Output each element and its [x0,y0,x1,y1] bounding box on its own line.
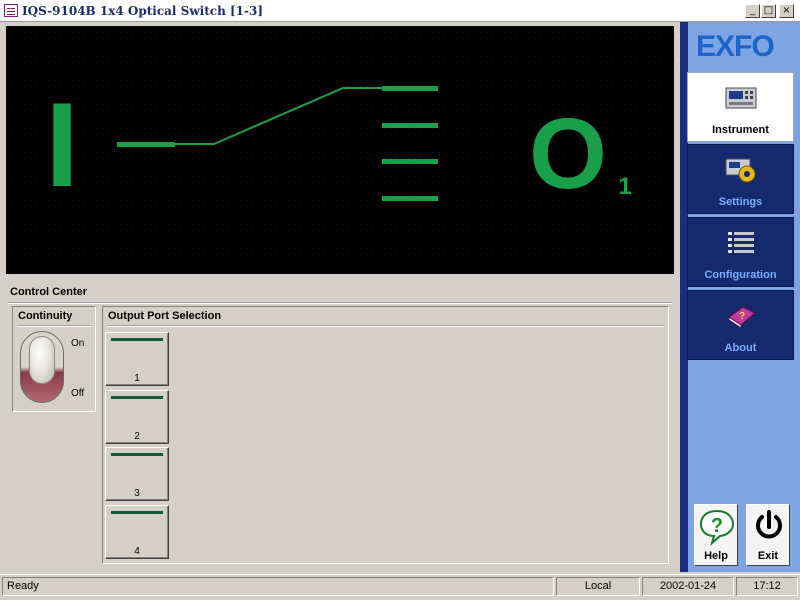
output-line-3 [382,159,438,164]
port-label: 3 [134,488,140,499]
nav-configuration-label: Configuration [704,269,777,281]
status-message: Ready [2,577,554,596]
input-stub [117,142,175,147]
toggle-off-label: Off [71,388,85,399]
power-icon [756,510,782,539]
port-label: 1 [134,373,140,384]
exit-label: Exit [757,550,779,562]
nav-configuration-button[interactable]: Configuration [687,217,794,287]
output-port-selection-group: Output Port Selection 1 2 3 4 [102,306,669,564]
nav-about-button[interactable]: ? About [687,290,794,360]
about-book-icon: ? [728,306,756,329]
instrument-icon [725,87,757,109]
minimize-button[interactable]: _ [745,4,760,18]
output-port-number: 1 [618,173,631,200]
continuity-title: Continuity [18,310,73,322]
status-date: 2002-01-24 [642,577,734,596]
status-mode: Local [556,577,640,596]
continuity-group: Continuity On Off [12,306,96,412]
nav-settings-button[interactable]: Settings [687,144,794,214]
exit-button[interactable]: Exit [746,504,790,566]
switch-display: I O 1 [6,26,674,274]
output-line-1 [382,86,438,91]
status-bar: Ready Local 2002-01-24 17:12 [0,574,800,600]
control-center: Control Center Continuity On Off Output … [4,280,675,570]
maximize-button[interactable]: □ [761,4,776,18]
settings-gear-icon [725,158,756,183]
port-1-button[interactable]: 1 [105,332,169,386]
divider [8,302,672,304]
port-indicator [111,338,163,341]
exfo-logo: EXFO [696,30,775,63]
svg-text:?: ? [739,311,745,322]
port-indicator [111,396,163,399]
switch-diagram: I O 1 [6,26,674,274]
port-label: 4 [134,546,140,557]
continuity-toggle[interactable] [20,331,64,403]
port-label: 2 [134,431,140,442]
port-indicator [111,511,163,514]
output-line-2 [382,123,438,128]
nav-instrument-label: Instrument [712,124,769,136]
toggle-on-label: On [71,338,85,349]
divider [17,325,91,327]
nav-about-label: About [724,342,757,354]
nav-settings-label: Settings [718,196,763,208]
help-button[interactable]: ? Help [694,504,738,566]
control-center-title: Control Center [10,286,87,298]
port-3-button[interactable]: 3 [105,447,169,501]
help-label: Help [704,550,728,562]
port-indicator [111,453,163,456]
toggle-knob[interactable] [29,336,55,384]
divider [107,325,664,327]
input-port-label: I [45,78,78,212]
title-bar: IQS-9104B 1x4 Optical Switch [1-3] _ □ × [0,0,800,22]
output-port-selection-title: Output Port Selection [108,310,222,322]
configuration-list-icon [728,232,754,253]
app-icon [4,4,18,17]
window-title: IQS-9104B 1x4 Optical Switch [1-3] [22,4,264,18]
output-line-4 [382,196,438,201]
port-2-button[interactable]: 2 [105,390,169,444]
port-4-button[interactable]: 4 [105,505,169,559]
help-question-icon: ? [699,509,735,546]
navigation-panel: EXFO Instrument Settings Configuration ?… [680,22,800,572]
nav-instrument-button[interactable]: Instrument [687,72,794,142]
output-port-label: O [529,98,607,210]
svg-text:?: ? [711,515,723,537]
close-button[interactable]: × [779,4,794,18]
status-time: 17:12 [736,577,798,596]
